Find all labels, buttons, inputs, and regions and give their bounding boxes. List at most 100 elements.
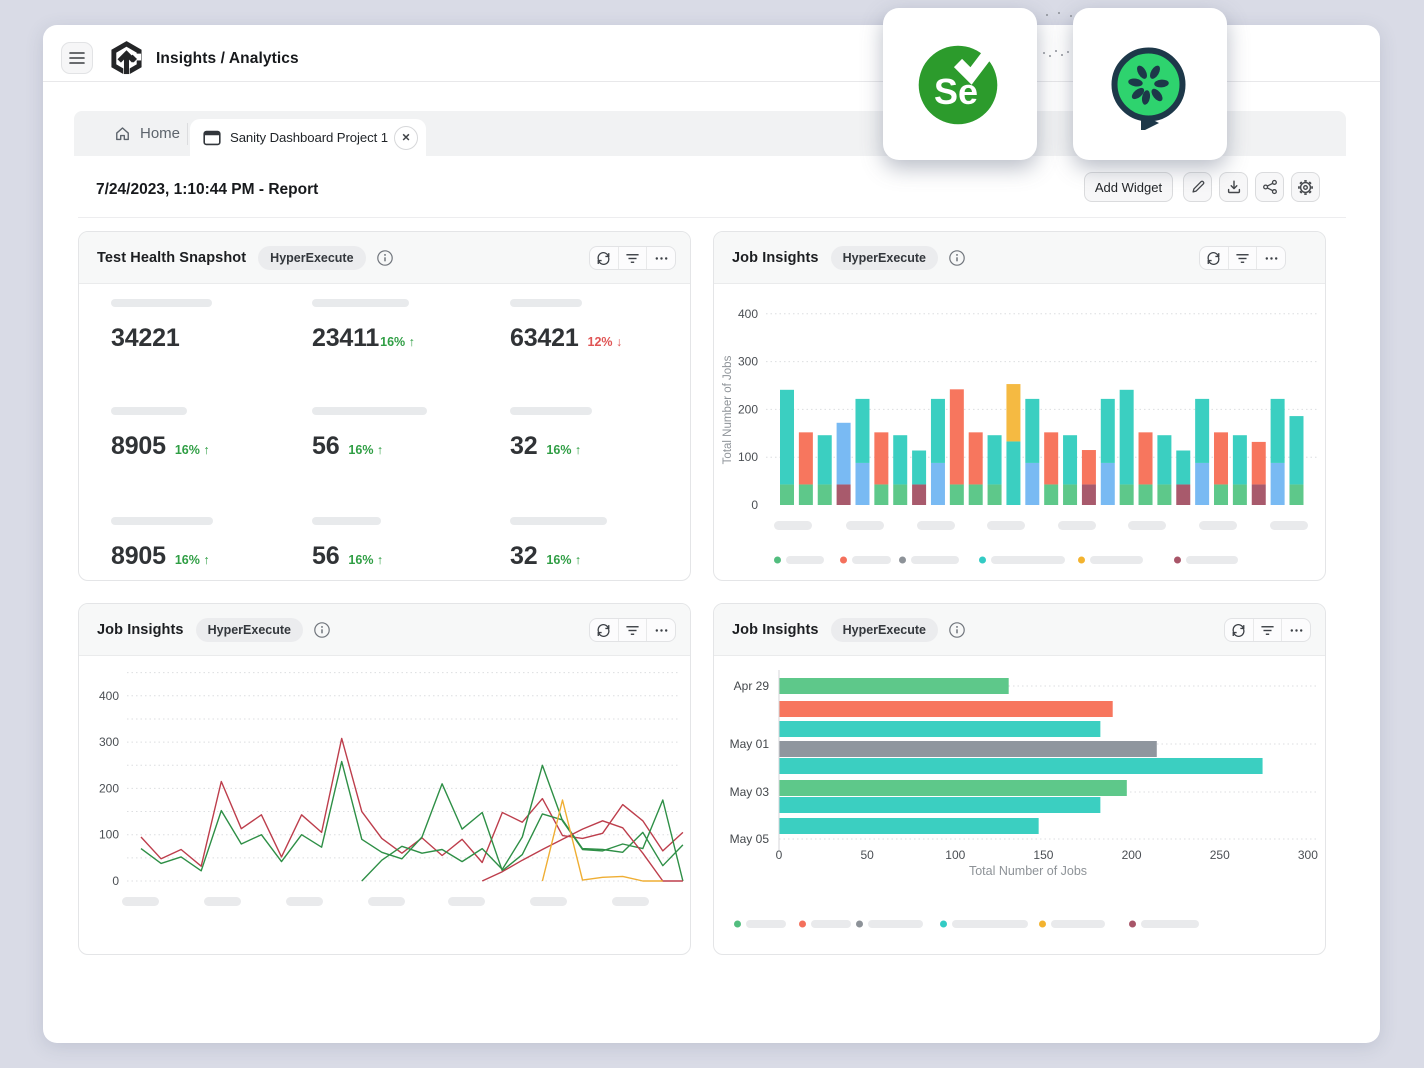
filter-button[interactable] xyxy=(1228,247,1257,269)
page-title: Insights / Analytics xyxy=(156,50,299,68)
svg-text:300: 300 xyxy=(1298,848,1318,862)
info-icon[interactable] xyxy=(314,622,330,638)
widget-header: Job Insights HyperExecute xyxy=(714,604,1325,656)
svg-text:400: 400 xyxy=(738,307,758,321)
svg-text:0: 0 xyxy=(776,848,783,862)
horizontal-bar-chart: Apr 29May 01May 03May 050501001502002503… xyxy=(714,656,1325,955)
svg-text:200: 200 xyxy=(738,402,758,416)
svg-text:100: 100 xyxy=(738,450,758,464)
info-icon[interactable] xyxy=(949,622,965,638)
more-options-button[interactable] xyxy=(1256,247,1285,269)
stat-label-placeholder xyxy=(510,299,582,307)
tab-home-label: Home xyxy=(140,125,180,142)
download-icon xyxy=(1226,179,1242,195)
widget-job-insights-hbar: Job Insights HyperExecute xyxy=(713,603,1326,955)
cucumber-card[interactable] xyxy=(1073,8,1227,160)
stat-value: 34221 xyxy=(111,324,180,353)
svg-text:0: 0 xyxy=(751,498,758,512)
widget-test-health-snapshot: Test Health Snapshot HyperExecute xyxy=(78,231,691,581)
selenium-card[interactable]: Se xyxy=(883,8,1037,160)
widget-job-insights-stacked: Job Insights HyperExecute xyxy=(713,231,1326,581)
tab-sanity-dashboard[interactable]: Sanity Dashboard Project 1 ✕ xyxy=(190,119,426,156)
stat-cell: 6342112% ↓ xyxy=(510,299,700,353)
cucumber-logo-icon xyxy=(1104,38,1196,130)
tab-divider xyxy=(187,123,188,145)
refresh-button[interactable] xyxy=(1200,247,1228,269)
widget-header: Job Insights HyperExecute xyxy=(79,604,690,656)
tab-home[interactable]: Home xyxy=(100,111,194,156)
edit-button[interactable] xyxy=(1183,172,1212,202)
svg-text:May 01: May 01 xyxy=(730,737,770,751)
hyperexecute-badge: HyperExecute xyxy=(831,246,938,270)
more-options-button[interactable] xyxy=(1281,619,1310,641)
refresh-button[interactable] xyxy=(590,619,618,641)
widget-actions xyxy=(589,246,676,270)
svg-text:Total Number of Jobs: Total Number of Jobs xyxy=(969,864,1087,878)
stat-delta: 16% ↑ xyxy=(380,335,415,349)
widget-header: Test Health Snapshot HyperExecute xyxy=(79,232,690,284)
more-options-button[interactable] xyxy=(646,619,675,641)
info-icon[interactable] xyxy=(377,250,393,266)
stat-label-placeholder xyxy=(312,299,409,307)
refresh-button[interactable] xyxy=(590,247,618,269)
hamburger-icon xyxy=(69,51,85,65)
refresh-button[interactable] xyxy=(1225,619,1253,641)
filter-button[interactable] xyxy=(1253,619,1282,641)
more-options-button[interactable] xyxy=(646,247,675,269)
stat-value: 23411 xyxy=(312,324,379,353)
widget-title: Job Insights xyxy=(97,622,184,638)
stat-value: 32 xyxy=(510,542,537,571)
stat-delta: 16% ↑ xyxy=(546,553,581,567)
toolbar-divider xyxy=(78,217,1346,218)
hyperexecute-badge: HyperExecute xyxy=(196,618,303,642)
widget-title: Job Insights xyxy=(732,622,819,638)
share-button[interactable] xyxy=(1255,172,1284,202)
svg-text:200: 200 xyxy=(99,781,119,795)
stat-label-placeholder xyxy=(111,407,187,415)
filter-button[interactable] xyxy=(618,619,647,641)
stat-value: 8905 xyxy=(111,542,166,571)
stat-label-placeholder xyxy=(111,299,212,307)
lambdatest-logo-icon xyxy=(109,41,144,76)
filter-button[interactable] xyxy=(618,247,647,269)
stacked-bar-chart: 0 100 200 300 400 Total Number of Jobs xyxy=(714,284,1325,581)
svg-text:300: 300 xyxy=(738,355,758,369)
svg-text:300: 300 xyxy=(99,735,119,749)
svg-text:250: 250 xyxy=(1210,848,1230,862)
stat-cell: 2341116% ↑ xyxy=(312,299,502,353)
download-button[interactable] xyxy=(1219,172,1248,202)
hamburger-menu-button[interactable] xyxy=(61,42,93,74)
share-icon xyxy=(1262,179,1278,195)
stat-cell: 34221 xyxy=(111,299,301,353)
info-icon[interactable] xyxy=(949,250,965,266)
add-widget-button[interactable]: Add Widget xyxy=(1084,172,1173,202)
gear-icon xyxy=(1297,179,1314,196)
stat-cell: 5616% ↑ xyxy=(312,407,502,461)
svg-text:100: 100 xyxy=(99,828,119,842)
stat-label-placeholder xyxy=(312,517,381,525)
stat-cell: 32 16% ↑ xyxy=(510,407,700,461)
stat-delta: 16% ↑ xyxy=(175,553,210,567)
stat-delta: 16% ↑ xyxy=(175,443,210,457)
stat-delta: 16% ↑ xyxy=(348,553,383,567)
svg-text:150: 150 xyxy=(1033,848,1053,862)
widget-title: Job Insights xyxy=(732,250,819,266)
stat-cell: 8905 16% ↑ xyxy=(111,517,301,571)
settings-button[interactable] xyxy=(1291,172,1320,202)
stat-value: 32 xyxy=(510,432,537,461)
stat-delta: 16% ↑ xyxy=(546,443,581,457)
stat-label-placeholder xyxy=(510,517,607,525)
stats-grid: 342212341116% ↑6342112% ↓890516% ↑5616% … xyxy=(79,284,690,581)
svg-text:400: 400 xyxy=(99,689,119,703)
app-window: Insights / Analytics Home Sanity Dashboa… xyxy=(43,25,1380,1043)
svg-text:200: 200 xyxy=(1122,848,1142,862)
tab-close-button[interactable]: ✕ xyxy=(394,126,418,150)
pencil-icon xyxy=(1190,179,1206,195)
stat-label-placeholder xyxy=(510,407,592,415)
selenium-logo-icon: Se xyxy=(914,38,1006,130)
svg-text:Total Number of Jobs: Total Number of Jobs xyxy=(722,355,734,464)
widget-header: Job Insights HyperExecute xyxy=(714,232,1325,284)
hyperexecute-badge: HyperExecute xyxy=(258,246,365,270)
svg-text:May 03: May 03 xyxy=(730,785,770,799)
stat-label-placeholder xyxy=(111,517,213,525)
